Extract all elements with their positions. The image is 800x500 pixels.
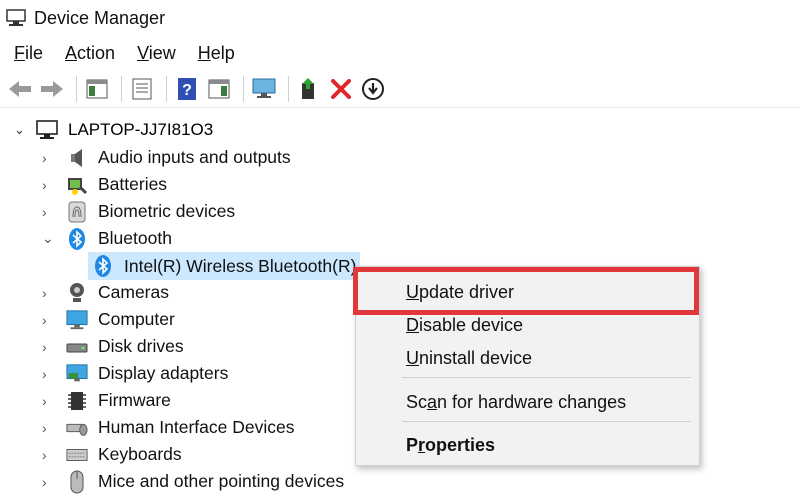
show-hide-console-tree-icon [86, 79, 108, 98]
menu-separator [402, 377, 691, 378]
toolbar-separator [76, 75, 77, 102]
tree-item-biometric[interactable]: › Biometric devices [42, 198, 235, 225]
menu-item-uninstall-device[interactable]: Uninstall device [406, 348, 532, 369]
tree-item-label: Disk drives [98, 336, 184, 356]
chevron-right-icon[interactable]: › [42, 177, 56, 193]
chevron-down-icon[interactable]: ⌄ [42, 230, 56, 247]
update-driver-icon [302, 77, 314, 99]
bluetooth-icon [92, 255, 114, 277]
chevron-right-icon[interactable]: › [42, 447, 56, 463]
chevron-down-icon[interactable]: ⌄ [14, 122, 28, 138]
back-button[interactable] [6, 75, 34, 103]
tree-item-display-adapters[interactable]: › Display adapters [42, 360, 228, 387]
tree-root[interactable]: ⌄ LAPTOP-JJ7I81O3 [14, 118, 213, 142]
toolbar-separator [288, 75, 289, 102]
computer-icon [36, 120, 58, 139]
tree-item-computer[interactable]: › Computer [42, 306, 175, 333]
monitor-icon [66, 309, 88, 331]
chevron-right-icon[interactable]: › [42, 285, 56, 301]
chevron-right-icon[interactable]: › [42, 204, 56, 220]
menu-file[interactable]: File [14, 43, 43, 64]
tree-item-firmware[interactable]: › Firmware [42, 387, 171, 414]
tree-item-label: Batteries [98, 174, 168, 194]
mouse-icon [66, 470, 88, 493]
menu-item-properties[interactable]: Properties [406, 435, 495, 456]
toolbar-separator [243, 75, 244, 102]
action-pane-icon [208, 79, 230, 98]
forward-button[interactable] [38, 75, 66, 103]
tree-root-label: LAPTOP-JJ7I81O3 [68, 120, 214, 139]
display-adapter-icon [66, 363, 88, 385]
menu-item-disable-device[interactable]: Disable device [406, 315, 523, 336]
keyboard-icon [66, 444, 88, 466]
tree-item-label: Display adapters [98, 363, 229, 383]
camera-icon [66, 282, 88, 304]
tree-item-disk-drives[interactable]: › Disk drives [42, 333, 184, 360]
properties-icon [132, 78, 152, 99]
hid-icon [66, 417, 88, 439]
chevron-right-icon[interactable]: › [42, 366, 56, 382]
tree-item-mice[interactable]: › Mice and other pointing devices [42, 468, 344, 495]
menu-action[interactable]: Action [65, 43, 115, 64]
help-icon: ? [178, 77, 196, 100]
disable-icon [362, 77, 384, 100]
tree-item-label: Mice and other pointing devices [98, 471, 345, 491]
disk-drive-icon [66, 336, 88, 358]
svg-text:?: ? [182, 82, 192, 99]
highlight-box [353, 267, 699, 315]
update-driver-button[interactable] [295, 75, 323, 103]
tree-item-label: Keyboards [98, 444, 182, 464]
tree-item-bluetooth[interactable]: ⌄ Bluetooth [42, 225, 172, 252]
menu-bar: File Action View Help [0, 38, 800, 68]
chevron-right-icon[interactable]: › [42, 339, 56, 355]
tree-item-label: Human Interface Devices [98, 417, 295, 437]
tree-item-intel-wireless-bluetooth[interactable]: Intel(R) Wireless Bluetooth(R) [88, 252, 361, 280]
battery-icon [66, 174, 88, 196]
fingerprint-icon [66, 201, 88, 223]
toolbar-separator [121, 75, 122, 102]
forward-icon [41, 80, 63, 97]
tree-item-label: Firmware [98, 390, 171, 410]
chevron-right-icon[interactable]: › [42, 150, 56, 166]
chevron-right-icon[interactable]: › [42, 393, 56, 409]
uninstall-icon [331, 78, 351, 99]
disable-device-button[interactable] [359, 75, 387, 103]
tree-item-cameras[interactable]: › Cameras [42, 279, 169, 306]
chevron-right-icon[interactable]: › [42, 312, 56, 328]
tree-item-batteries[interactable]: › Batteries [42, 171, 167, 198]
tree-item-audio[interactable]: › Audio inputs and outputs [42, 144, 291, 171]
menu-view[interactable]: View [137, 43, 176, 64]
tree-item-keyboards[interactable]: › Keyboards [42, 441, 182, 468]
window-title: Device Manager [34, 7, 166, 28]
tree-item-hid[interactable]: › Human Interface Devices [42, 414, 294, 441]
bluetooth-icon [66, 227, 88, 250]
menu-item-scan-hardware[interactable]: Scan for hardware changes [406, 392, 626, 413]
uninstall-device-button[interactable] [327, 75, 355, 103]
device-manager-icon [6, 9, 26, 26]
tree-item-label: Biometric devices [98, 201, 236, 221]
chevron-right-icon[interactable]: › [42, 420, 56, 436]
toolbar: ? [0, 70, 800, 108]
tree-item-label: Intel(R) Wireless Bluetooth(R) [124, 255, 357, 276]
menu-help[interactable]: Help [198, 43, 235, 64]
back-icon [9, 80, 31, 97]
menu-separator [402, 421, 691, 422]
properties-button[interactable] [128, 75, 156, 103]
chevron-right-icon[interactable]: › [42, 474, 56, 490]
scan-hardware-button[interactable] [250, 75, 278, 103]
scan-hardware-icon [252, 78, 276, 98]
firmware-icon [66, 390, 88, 412]
tree-item-label: Cameras [98, 282, 169, 302]
tree-item-label: Audio inputs and outputs [98, 147, 291, 167]
speaker-icon [66, 147, 88, 169]
title-bar: Device Manager [0, 0, 800, 36]
help-button[interactable]: ? [173, 75, 201, 103]
tree-item-label: Bluetooth [98, 228, 172, 248]
tree-item-label: Computer [98, 309, 175, 329]
show-hide-console-tree-button[interactable] [83, 75, 111, 103]
action-pane-button[interactable] [205, 75, 233, 103]
toolbar-separator [166, 75, 167, 102]
